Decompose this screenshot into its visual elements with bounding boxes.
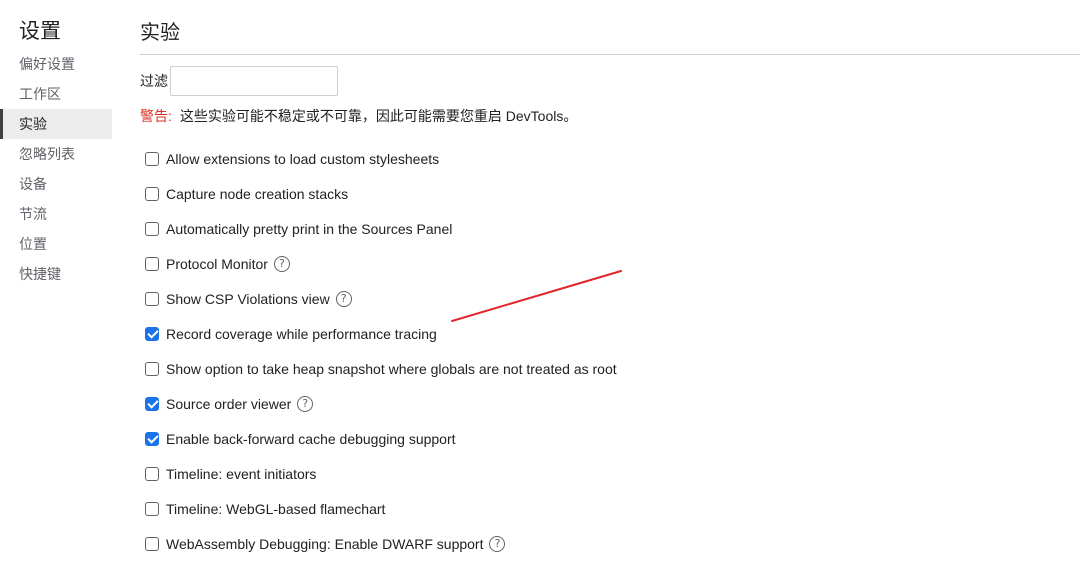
experiment-checkbox[interactable] bbox=[145, 221, 159, 236]
experiment-label[interactable]: WebAssembly Debugging: Enable DWARF supp… bbox=[166, 536, 483, 552]
sidebar-title: 设置 bbox=[19, 20, 61, 43]
experiment-label[interactable]: Capture node creation stacks bbox=[166, 186, 348, 202]
experiment-row: Source order viewer? bbox=[145, 386, 314, 421]
warning-text: 这些实验可能不稳定或不可靠，因此可能需要您重启 DevTools。 bbox=[179, 108, 578, 124]
settings-window: 设置 偏好设置 工作区 实验 忽略列表 设备 节流 位置 快捷键 实验 过滤 警… bbox=[0, 0, 1080, 570]
experiment-row: Show CSP Violations view? bbox=[145, 281, 352, 316]
sidebar-item-throttling[interactable]: 节流 bbox=[0, 199, 112, 229]
experiment-checkbox[interactable] bbox=[145, 466, 159, 481]
experiment-row: Record coverage while performance tracin… bbox=[145, 316, 437, 351]
experiment-label[interactable]: Protocol Monitor bbox=[166, 256, 268, 272]
experiment-checkbox[interactable] bbox=[145, 326, 159, 341]
settings-sidebar: 设置 偏好设置 工作区 实验 忽略列表 设备 节流 位置 快捷键 bbox=[0, 0, 112, 570]
sidebar-item-locations[interactable]: 位置 bbox=[0, 229, 112, 259]
experiment-checkbox[interactable] bbox=[145, 536, 159, 551]
help-icon[interactable]: ? bbox=[489, 535, 506, 552]
sidebar-item-experiments[interactable]: 实验 bbox=[0, 109, 112, 139]
experiment-row: Emulation: Support dual screen mode? bbox=[145, 561, 422, 570]
sidebar-item-ignore-list[interactable]: 忽略列表 bbox=[0, 139, 112, 169]
experiment-row: Allow extensions to load custom styleshe… bbox=[145, 141, 439, 176]
help-icon[interactable]: ? bbox=[273, 255, 290, 272]
experiment-row: Automatically pretty print in the Source… bbox=[145, 211, 452, 246]
experiment-label[interactable]: Timeline: WebGL-based flamechart bbox=[166, 501, 385, 517]
experiment-label[interactable]: Source order viewer bbox=[166, 396, 291, 412]
experiment-label[interactable]: Record coverage while performance tracin… bbox=[166, 326, 437, 342]
experiment-checkbox[interactable] bbox=[145, 361, 159, 376]
experiment-row: WebAssembly Debugging: Enable DWARF supp… bbox=[145, 526, 506, 561]
filter-input[interactable] bbox=[170, 66, 338, 96]
experiment-checkbox[interactable] bbox=[145, 256, 159, 271]
title-divider bbox=[140, 54, 1080, 55]
experiment-row: Timeline: event initiators bbox=[145, 456, 316, 491]
filter-row: 过滤 bbox=[140, 66, 338, 96]
experiment-checkbox[interactable] bbox=[145, 291, 159, 306]
experiment-label[interactable]: Allow extensions to load custom styleshe… bbox=[166, 151, 439, 167]
page-title: 实验 bbox=[140, 22, 180, 44]
experiment-checkbox[interactable] bbox=[145, 396, 159, 411]
experiment-checkbox[interactable] bbox=[145, 151, 159, 166]
experiment-row: Timeline: WebGL-based flamechart bbox=[145, 491, 385, 526]
filter-label: 过滤 bbox=[140, 73, 168, 89]
sidebar-nav: 偏好设置 工作区 实验 忽略列表 设备 节流 位置 快捷键 bbox=[0, 49, 112, 289]
sidebar-item-workspace[interactable]: 工作区 bbox=[0, 79, 112, 109]
experiment-label[interactable]: Show CSP Violations view bbox=[166, 291, 330, 307]
experiment-checkbox[interactable] bbox=[145, 186, 159, 201]
sidebar-item-preferences[interactable]: 偏好设置 bbox=[0, 49, 112, 79]
help-icon[interactable]: ? bbox=[297, 395, 314, 412]
experiment-label[interactable]: Timeline: event initiators bbox=[166, 466, 316, 482]
sidebar-item-shortcuts[interactable]: 快捷键 bbox=[0, 259, 112, 289]
experiment-row: Protocol Monitor? bbox=[145, 246, 290, 281]
experiment-row: Show option to take heap snapshot where … bbox=[145, 351, 617, 386]
experiment-label[interactable]: Automatically pretty print in the Source… bbox=[166, 221, 452, 237]
experiment-checkbox[interactable] bbox=[145, 501, 159, 516]
experiment-row: Enable back-forward cache debugging supp… bbox=[145, 421, 456, 456]
warning-message: 警告: 这些实验可能不稳定或不可靠，因此可能需要您重启 DevTools。 bbox=[140, 107, 577, 125]
help-icon[interactable]: ? bbox=[335, 290, 352, 307]
experiment-row: Capture node creation stacks bbox=[145, 176, 348, 211]
experiment-checkbox[interactable] bbox=[145, 431, 159, 446]
experiment-label[interactable]: Enable back-forward cache debugging supp… bbox=[166, 431, 456, 447]
experiments-panel: 实验 过滤 警告: 这些实验可能不稳定或不可靠，因此可能需要您重启 DevTool… bbox=[140, 0, 1080, 570]
experiment-label[interactable]: Show option to take heap snapshot where … bbox=[166, 361, 617, 377]
sidebar-item-devices[interactable]: 设备 bbox=[0, 169, 112, 199]
warning-prefix: 警告: bbox=[140, 108, 172, 124]
